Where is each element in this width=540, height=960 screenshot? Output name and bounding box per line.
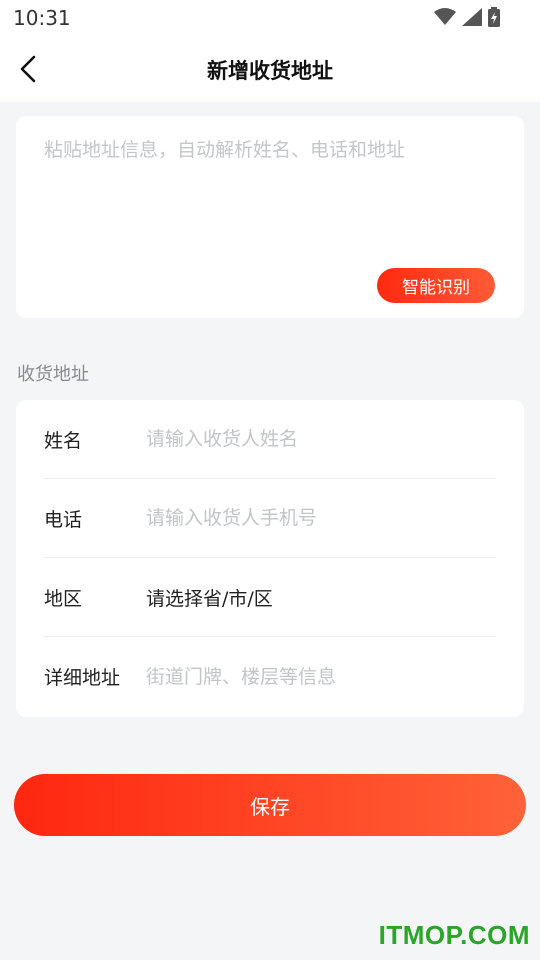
save-button[interactable]: 保存: [14, 774, 526, 836]
name-input[interactable]: [146, 428, 496, 450]
paste-address-input[interactable]: [44, 136, 504, 266]
phone-label: 电话: [44, 508, 83, 531]
page-title: 新增收货地址: [207, 59, 333, 83]
battery-charging-icon: [488, 7, 500, 27]
section-title: 收货地址: [17, 364, 89, 385]
name-row: 姓名: [44, 400, 496, 479]
region-label: 地区: [44, 587, 83, 610]
nav-bar: 新增收货地址: [0, 36, 540, 102]
detail-label: 详细地址: [44, 667, 121, 689]
status-icons: [434, 7, 500, 27]
smart-recognize-button[interactable]: 智能识别: [377, 268, 495, 303]
status-time: 10:31: [13, 6, 71, 30]
wifi-icon: [434, 8, 456, 25]
status-bar: 10:31: [0, 0, 540, 36]
region-row[interactable]: 地区 请选择省/市/区: [44, 558, 496, 637]
phone-row: 电话: [44, 479, 496, 558]
detail-row: 详细地址: [44, 637, 496, 716]
phone-input[interactable]: [146, 507, 496, 529]
watermark: ITMOP.COM: [378, 920, 530, 950]
detail-address-input[interactable]: [146, 665, 496, 688]
region-select[interactable]: 请选择省/市/区: [146, 584, 496, 611]
paste-address-card: 智能识别: [16, 116, 524, 318]
signal-icon: [462, 8, 482, 26]
address-form: 姓名 电话 地区 请选择省/市/区 详细地址: [16, 400, 524, 717]
name-label: 姓名: [44, 429, 83, 452]
